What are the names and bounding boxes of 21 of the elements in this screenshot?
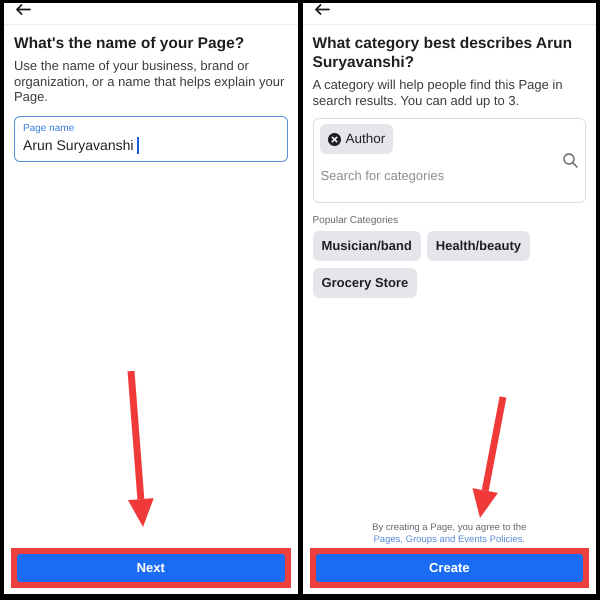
- search-icon[interactable]: [563, 153, 578, 168]
- field-value: Arun Suryavanshi: [23, 137, 134, 154]
- category-chip[interactable]: Health/beauty: [426, 231, 530, 261]
- page-name-field[interactable]: Page name Arun Suryavanshi: [14, 116, 288, 162]
- category-chip[interactable]: Grocery Store: [312, 268, 418, 298]
- terms-text: By creating a Page, you agree to the Pages, Groups and Events Policies.: [371, 522, 528, 546]
- description-text: A category will help people find this Page in search results. You can add up to 3.: [312, 77, 564, 108]
- back-arrow-icon[interactable]: [314, 4, 330, 15]
- primary-button[interactable]: Create: [316, 554, 583, 582]
- category-chip[interactable]: Musician/band: [312, 231, 421, 261]
- section-label: Popular Categories: [312, 215, 398, 227]
- category-chip[interactable]: Author: [320, 124, 394, 154]
- close-icon[interactable]: [328, 132, 340, 146]
- category-search-field[interactable]: Author Search for categories: [312, 118, 586, 203]
- field-label: Page name: [23, 123, 74, 135]
- text-cursor: [136, 137, 139, 154]
- back-arrow-icon[interactable]: [15, 4, 31, 15]
- description-text: Use the name of your business, brand or organization, or a name that helps explain your Page.: [14, 58, 286, 104]
- page-heading: What category best describes Arun Suryavanshi?: [312, 34, 574, 72]
- primary-button[interactable]: Next: [17, 554, 284, 582]
- page-heading: What's the name of your Page?: [14, 34, 246, 53]
